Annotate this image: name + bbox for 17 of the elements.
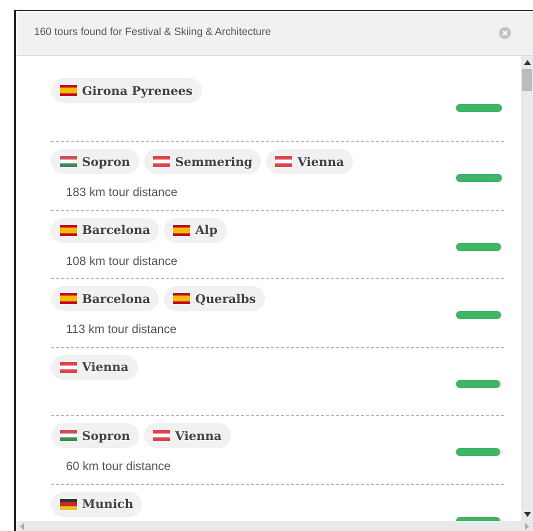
tour-distance: 183 km tour distance bbox=[66, 184, 178, 201]
place-tag[interactable]: Vienna bbox=[51, 354, 138, 380]
place-tag[interactable]: Vienna bbox=[266, 149, 353, 174]
results-title: 160 tours found for Festival & Skiing & Architecture bbox=[34, 25, 271, 40]
place-tag[interactable]: Barcelona bbox=[51, 286, 160, 311]
tour-distance: 108 km tour distance bbox=[66, 252, 178, 270]
place-tag[interactable]: Semmering bbox=[144, 149, 262, 174]
place-tag[interactable]: Barcelona bbox=[51, 218, 160, 242]
place-tag[interactable]: Munich bbox=[51, 492, 142, 516]
place-tag[interactable]: Queralbs bbox=[164, 286, 265, 311]
place-tag[interactable]: Girona Pyrenees bbox=[51, 78, 202, 103]
tour-distance: 113 km tour distance bbox=[66, 321, 178, 338]
place-tag[interactable]: Sopron bbox=[51, 149, 140, 174]
place-tag[interactable]: Alp bbox=[164, 218, 227, 242]
tour-distance: 60 km tour distance bbox=[66, 458, 172, 475]
place-tag[interactable]: Sopron bbox=[51, 423, 140, 448]
place-tag[interactable]: Vienna bbox=[144, 423, 231, 448]
